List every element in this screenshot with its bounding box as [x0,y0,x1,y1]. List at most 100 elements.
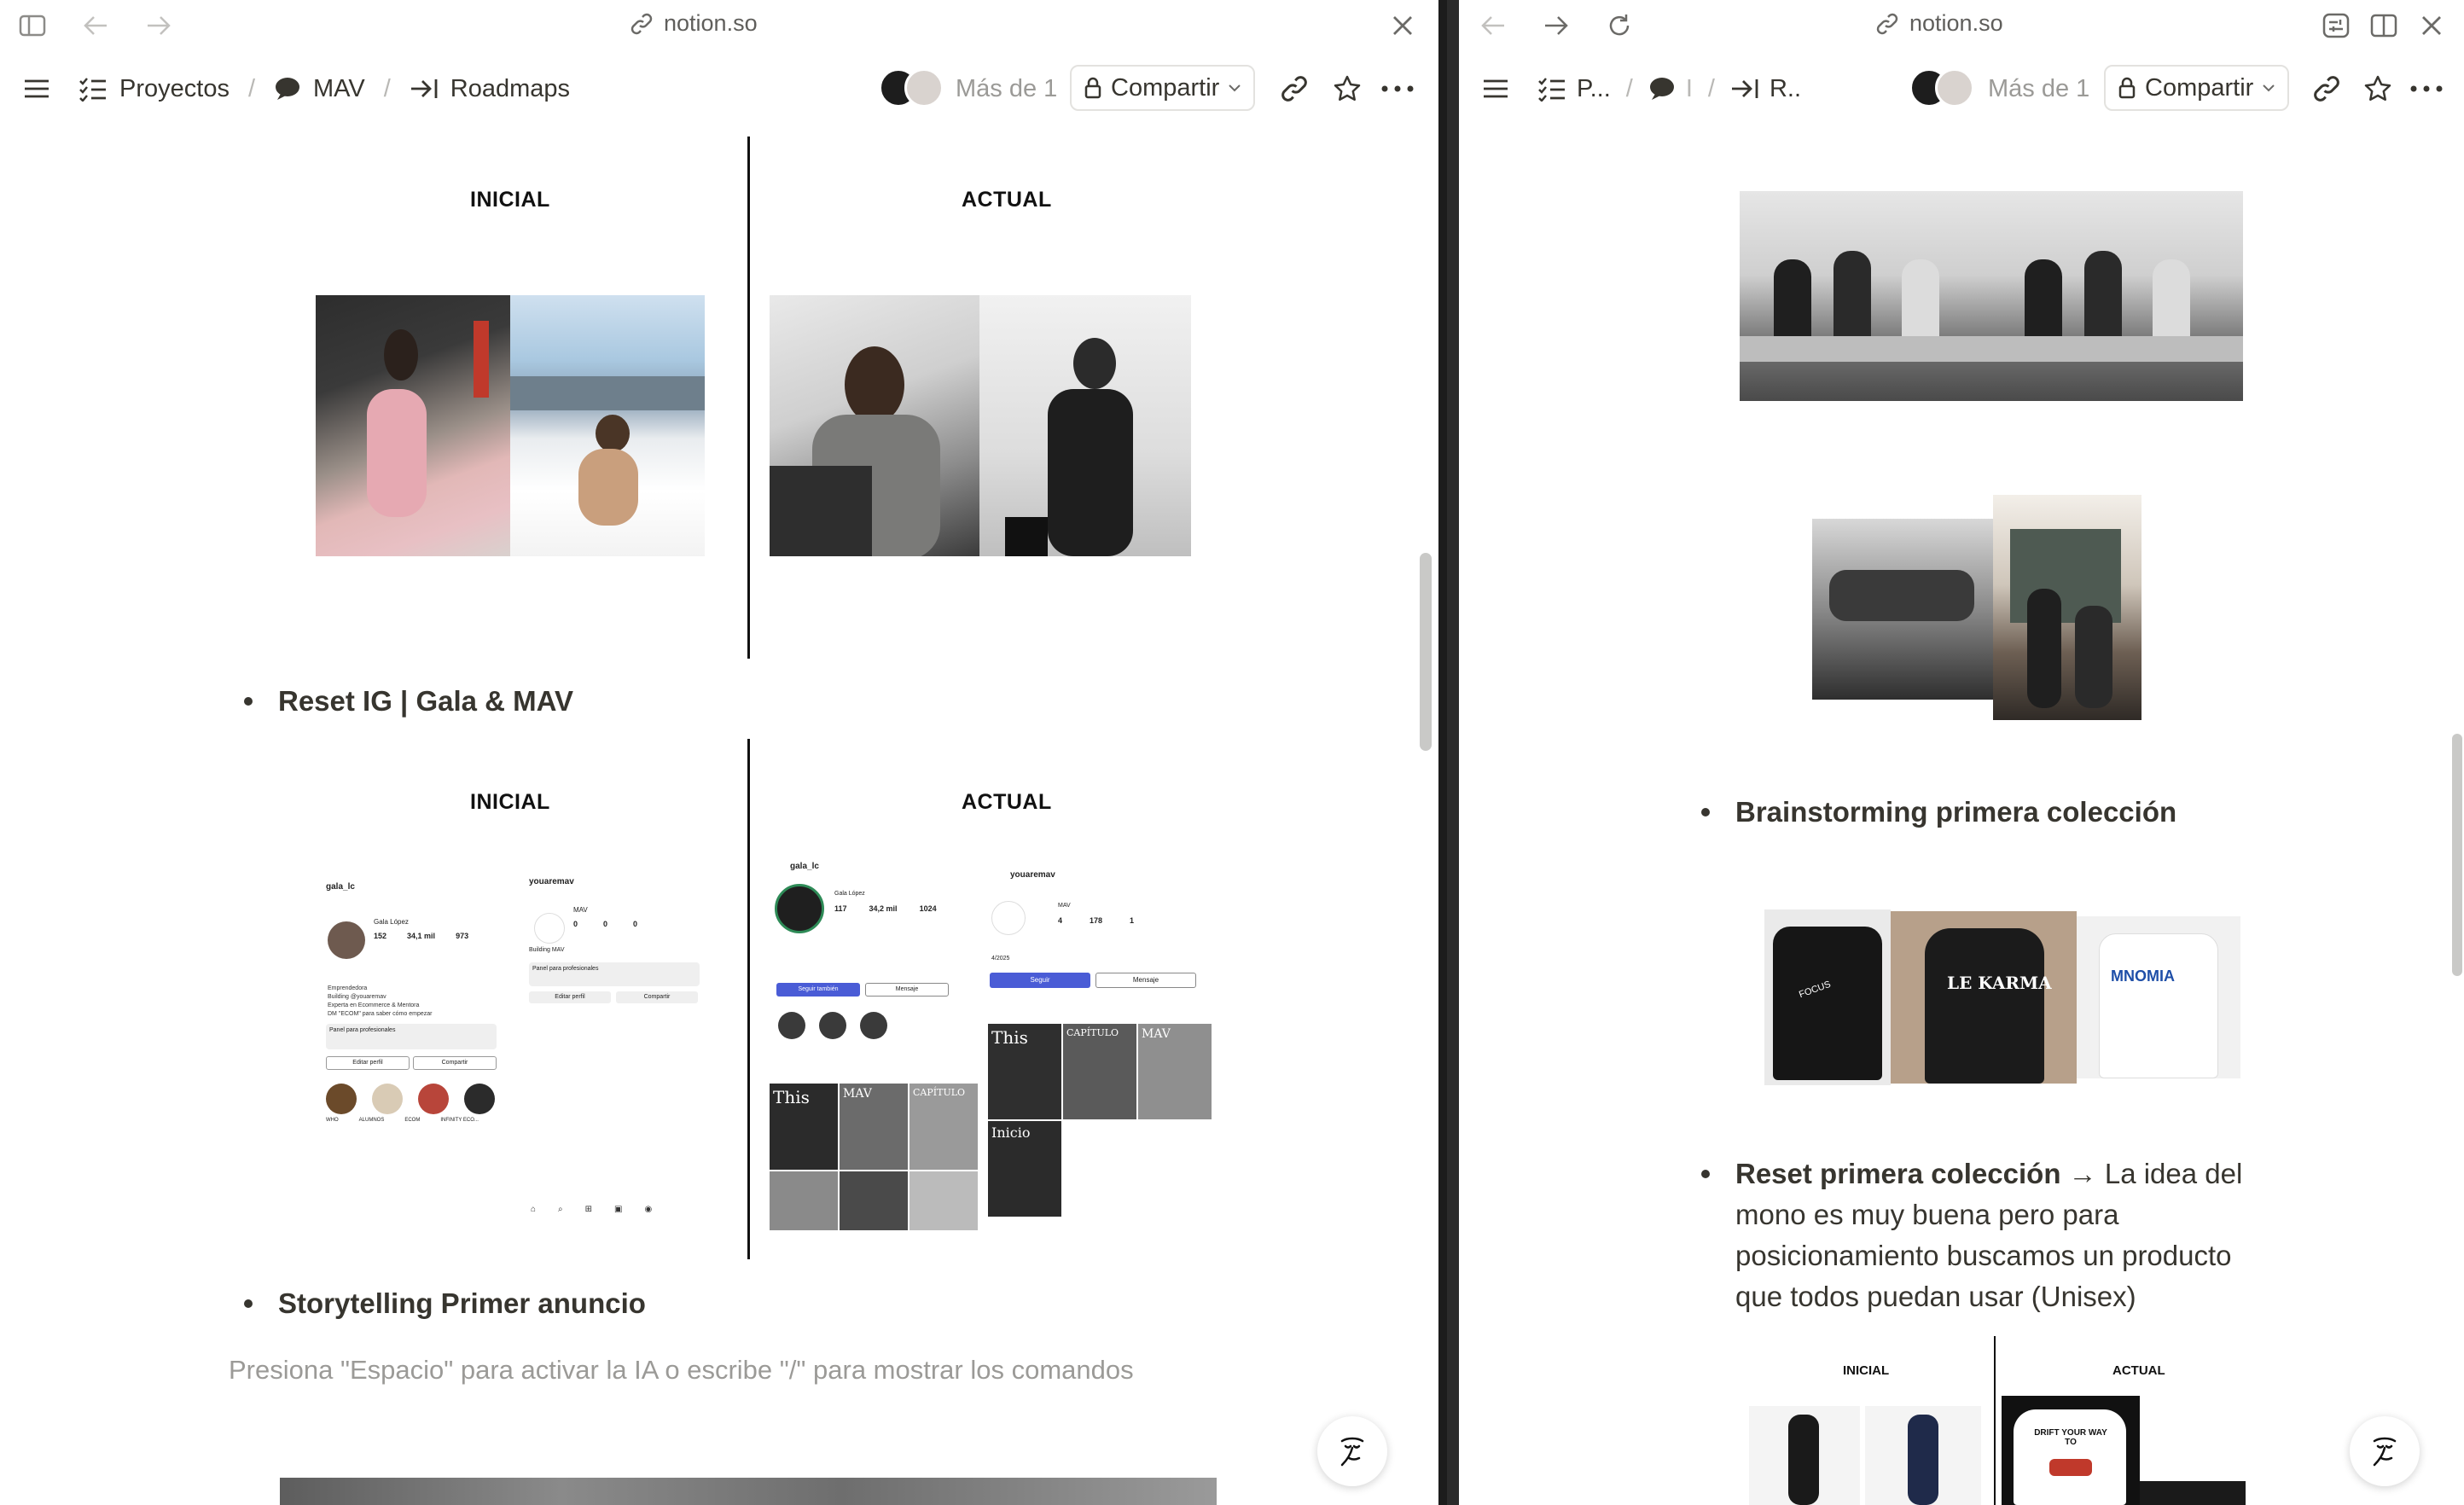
ig-highlight [464,1084,495,1114]
ig-post [909,1171,978,1230]
bullet-text[interactable]: Storytelling Primer anuncio [278,1283,646,1324]
notion-topbar: P... / I / R.. Más de 1 Compartir [1459,60,2464,118]
more-options-icon[interactable] [2409,72,2444,106]
avatar [991,901,1026,935]
breadcrumb-item-proyectos[interactable]: Proyectos [119,75,230,103]
ig-post-grid: This CAPÍTULO MAV Inicio [988,1024,1212,1220]
add-icon: ⊞ [584,1205,593,1214]
ig-post: MAV [1138,1024,1212,1119]
more-options-icon[interactable] [1380,72,1415,106]
browser-toolbar: notion.so [0,0,1438,49]
ig-highlight-label: WHO [326,1118,339,1123]
breadcrumb-item-mav[interactable]: I [1686,75,1693,103]
star-icon[interactable] [2363,72,2392,106]
scrollbar[interactable] [1420,553,1432,751]
sidebar-toggle-icon[interactable] [15,9,49,43]
ig-panel: Panel para profesionales [326,1024,497,1049]
photo-team-bw [1812,519,1993,700]
ig-bio-line: Building @youaremav [328,994,386,1000]
column-divider [747,739,750,1259]
lock-icon [1084,77,1101,99]
ig-handle: gala_lc [326,882,355,892]
ig-following: 1024 [919,904,937,913]
ig-following: 1 [1130,916,1135,925]
close-icon[interactable] [2415,9,2449,43]
breadcrumb-item-mav[interactable]: MAV [313,75,365,103]
ig-post: This [988,1024,1061,1119]
search-icon: ⌕ [558,1205,563,1214]
breadcrumb: Proyectos / MAV / Roadmaps [78,72,570,106]
notion-ai-button[interactable] [2350,1416,2420,1486]
copy-link-icon[interactable] [1280,72,1309,106]
share-button[interactable]: Compartir [1070,65,1256,111]
ig-post: This [770,1084,838,1170]
scrollbar[interactable] [2452,734,2462,976]
bullet-text[interactable]: Reset primera colección → La idea del mo… [1735,1153,2247,1317]
ig-name: Gala López [374,918,409,926]
arrow-to-line-icon [410,77,439,101]
forward-arrow-icon[interactable] [1539,9,1573,43]
menu-icon[interactable] [22,72,51,106]
ig-message-button: Mensaje [865,983,949,997]
photo-shirt-mnomia: MNOMIA [2077,916,2240,1078]
close-icon[interactable] [1386,9,1420,43]
ig-follow-button: Seguir también [776,983,860,997]
forward-arrow-icon[interactable] [142,9,176,43]
ig-highlight-label: ECOM [404,1118,421,1123]
address-bar[interactable]: notion.so [630,10,758,37]
instagram-profile-gala-initial: gala_lc Gala López 152 34,1 mil 973 Empr… [316,870,508,1177]
viewer-avatars[interactable] [1909,68,1974,108]
speech-bubble-icon [274,76,301,102]
instagram-profile-mav-initial: youaremav MAV 0 0 0 Building MAV Panel p… [522,870,706,1229]
star-icon[interactable] [1333,72,1362,106]
photo-tshirt-drift: DRIFT YOUR WAY TO [2002,1396,2140,1505]
share-label: Compartir [2145,73,2254,102]
ig-post [770,1171,838,1230]
lock-icon [2118,77,2136,99]
reload-icon[interactable] [1602,9,1636,43]
ig-highlight [326,1084,357,1114]
ig-followers: 178 [1090,916,1103,925]
menu-icon[interactable] [1481,72,1510,106]
checklist-icon [1537,76,1566,102]
column-divider [747,137,750,659]
breadcrumb-item-roadmaps[interactable]: R.. [1770,75,1801,103]
reels-icon: ▣ [614,1205,623,1214]
viewer-avatars[interactable] [879,68,944,108]
checklist-icon [78,76,108,102]
split-view-divider[interactable] [1438,0,1459,1505]
split-view-icon[interactable] [2367,9,2401,43]
ig-posts: 152 [374,932,387,940]
address-bar[interactable]: notion.so [1875,10,2003,37]
back-arrow-icon[interactable] [1476,9,1510,43]
ig-name: MAV [573,906,588,914]
editor-placeholder[interactable]: Presiona "Espacio" para activar la IA o … [229,1355,1134,1386]
share-button[interactable]: Compartir [2104,65,2290,111]
extensions-icon[interactable] [2319,9,2353,43]
breadcrumb-item-roadmaps[interactable]: Roadmaps [450,75,570,103]
ig-post-grid: This MAV CAPÍTULO [770,1084,978,1230]
photo-jumpsuit-black [1749,1406,1860,1505]
avatar [775,884,824,933]
bullet-text[interactable]: Brainstorming primera colección [1735,792,2176,833]
ig-handle: gala_lc [790,862,819,871]
avatar [328,921,365,959]
back-arrow-icon[interactable] [78,9,113,43]
link-icon [631,13,653,34]
bullet-text[interactable]: Reset IG | Gala & MAV [278,681,573,722]
ig-highlight [778,1012,805,1039]
share-label: Compartir [1111,73,1220,102]
photo-boat [510,295,705,556]
photo-laptop [770,295,979,556]
ig-handle: youaremav [1010,870,1055,880]
notion-ai-button[interactable] [1317,1416,1387,1486]
speech-bubble-icon [1648,76,1676,102]
ig-followers: 34,2 mil [869,904,898,913]
breadcrumb-item-proyectos[interactable]: P... [1577,75,1611,103]
ig-bio-line: Emprendedora [328,985,368,991]
ig-name: Gala López [834,891,865,897]
ig-post: CAPÍTULO [1063,1024,1136,1119]
right-browser-pane: notion.so P... / I / R.. Más de 1 Compar… [1459,0,2464,1505]
breadcrumb: P... / I / R.. [1537,72,1801,106]
copy-link-icon[interactable] [2312,72,2341,106]
